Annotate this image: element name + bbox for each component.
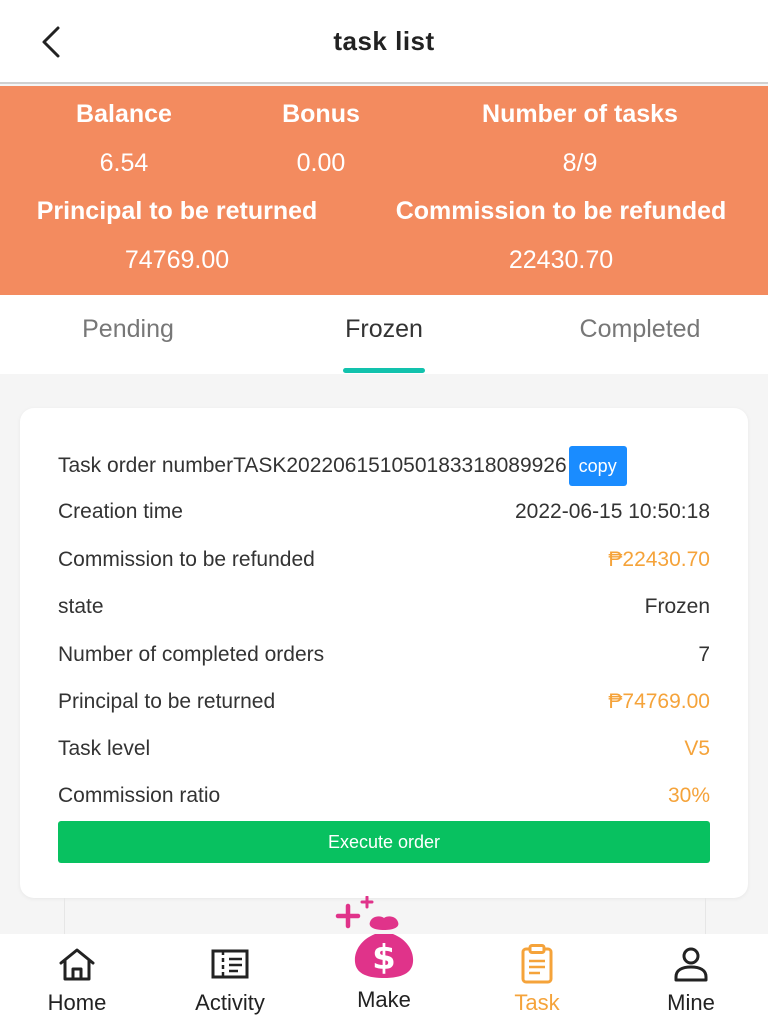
- bonus-label: Bonus: [282, 100, 360, 128]
- tab-pending[interactable]: Pending: [0, 315, 256, 344]
- detail-label: Commission to be refunded: [58, 548, 315, 571]
- detail-row-principal: Principal to be returned ₱74769.00: [58, 687, 710, 717]
- bonus-value: 0.00: [296, 149, 346, 177]
- detail-label: Commission ratio: [58, 784, 221, 807]
- detail-label: Principal to be returned: [58, 690, 276, 713]
- top-bar: task list: [0, 0, 768, 84]
- tasks-label: Number of tasks: [482, 100, 678, 128]
- detail-value: ₱74769.00: [608, 690, 710, 713]
- detail-label: Creation time: [58, 500, 183, 523]
- balance-label: Balance: [76, 100, 172, 128]
- tab-label: Make: [357, 987, 411, 1012]
- detail-value: 7: [698, 643, 710, 666]
- tab-activity[interactable]: Activity: [175, 944, 285, 1016]
- balance-value: 6.54: [99, 149, 149, 177]
- order-number-label: Task order number: [58, 454, 234, 477]
- order-number-value: TASK20220615105018331808992​6: [233, 454, 567, 477]
- detail-value: V5: [684, 737, 710, 760]
- tab-completed[interactable]: Completed: [512, 315, 768, 344]
- detail-row-completed-orders: Number of completed orders 7: [58, 640, 710, 670]
- detail-value: ₱22430.70: [608, 548, 710, 571]
- clipboard-icon: [521, 944, 553, 984]
- detail-value: Frozen: [644, 595, 710, 618]
- detail-value: 2022-06-15 10:50:18: [515, 500, 710, 523]
- principal-value: 74769.00: [124, 246, 230, 274]
- stats-panel: Balance 6.54 Bonus 0.00 Number of tasks …: [0, 86, 768, 295]
- status-tabs: Pending Frozen Completed: [0, 295, 768, 374]
- detail-label: state: [58, 595, 104, 618]
- execute-order-button[interactable]: Execute order: [58, 821, 710, 863]
- tab-task[interactable]: Task: [482, 944, 592, 1016]
- money-bag-icon: $: [335, 895, 414, 978]
- tab-make[interactable]: $ Make: [328, 895, 440, 1013]
- tab-label: Home: [47, 990, 107, 1015]
- order-number-row: Task order number TASK2022061510501833180…: [58, 446, 627, 486]
- detail-row-task-level: Task level V5: [58, 734, 710, 764]
- svg-text:$: $: [372, 938, 396, 978]
- principal-label: Principal to be returned: [36, 197, 318, 225]
- detail-row-creation-time: Creation time 2022-06-15 10:50:18: [58, 497, 710, 527]
- tasks-value: 8/9: [562, 149, 598, 177]
- detail-label: Number of completed orders: [58, 643, 325, 666]
- commission-label: Commission to be refunded: [395, 197, 727, 225]
- user-icon: [674, 947, 708, 982]
- active-tab-indicator: [343, 368, 425, 373]
- order-card: Task order number TASK2022061510501833180…: [20, 408, 748, 898]
- detail-label: Task level: [58, 737, 151, 760]
- detail-row-commission: Commission to be refunded ₱22430.70: [58, 545, 710, 575]
- home-icon: [59, 948, 95, 981]
- tab-label: Task: [514, 990, 560, 1015]
- tab-mine[interactable]: Mine: [636, 944, 746, 1016]
- tab-label: Activity: [195, 990, 265, 1015]
- tab-label: Mine: [667, 990, 715, 1015]
- commission-value: 22430.70: [508, 246, 614, 274]
- tab-frozen[interactable]: Frozen: [256, 315, 512, 344]
- detail-row-commission-ratio: Commission ratio 30%: [58, 781, 710, 811]
- ticket-icon: [211, 949, 249, 979]
- detail-row-state: state Frozen: [58, 592, 710, 622]
- copy-button[interactable]: copy: [568, 446, 627, 486]
- tab-home[interactable]: Home: [22, 944, 132, 1016]
- page-title: task list: [333, 26, 435, 56]
- detail-value: 30%: [667, 784, 710, 807]
